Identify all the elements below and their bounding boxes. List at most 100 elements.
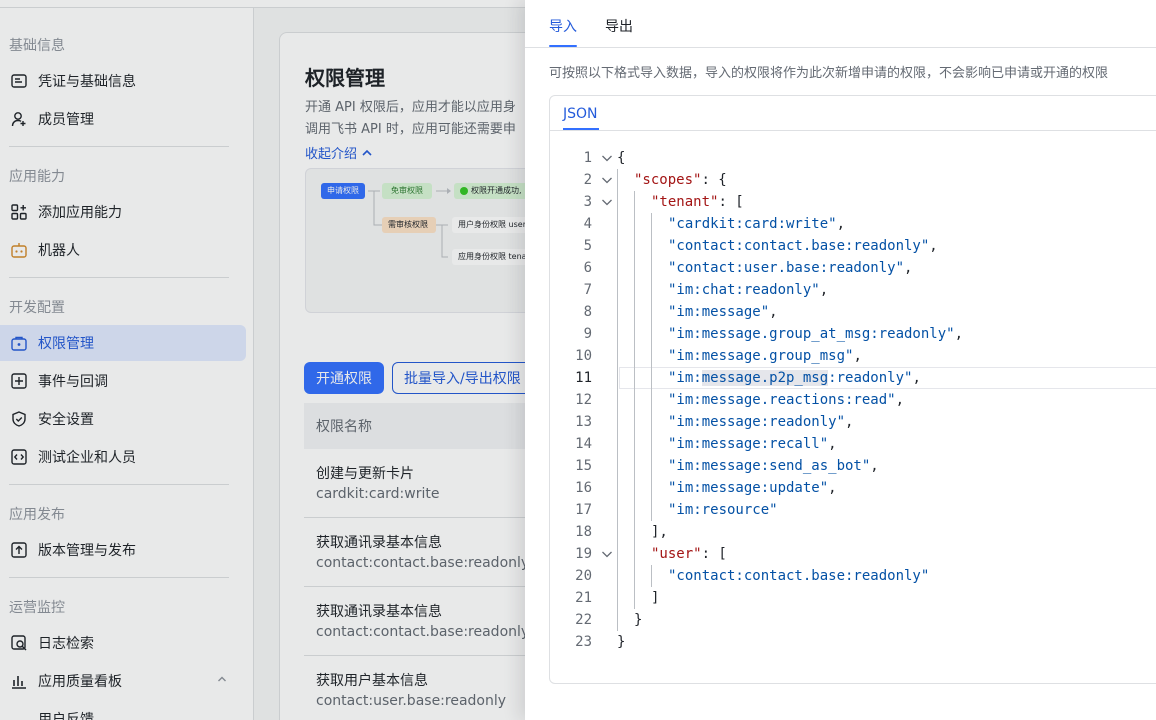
json-punctuation: , xyxy=(845,414,854,430)
line-number: 18 xyxy=(575,524,592,540)
code-line[interactable]: 1{ xyxy=(550,147,1156,169)
fold-chevron-icon[interactable] xyxy=(600,543,614,565)
code-line[interactable]: 6 "contact:user.base:readonly", xyxy=(550,257,1156,279)
code-line[interactable]: 7 "im:chat:readonly", xyxy=(550,279,1156,301)
indent-guide xyxy=(634,477,635,499)
indent-guide xyxy=(651,213,652,235)
code-line[interactable]: 20 "contact:contact.base:readonly" xyxy=(550,565,1156,587)
line-number: 21 xyxy=(575,590,592,606)
code-line[interactable]: 2 "scopes": { xyxy=(550,169,1156,191)
json-string: "im:message:recall" xyxy=(668,436,829,452)
fold-chevron-icon[interactable] xyxy=(600,147,614,169)
fold-chevron-icon[interactable] xyxy=(600,169,614,191)
json-string: "contact:user.base:readonly" xyxy=(668,260,905,276)
json-string: "contact:contact.base:readonly" xyxy=(668,568,930,584)
line-number: 23 xyxy=(575,634,592,650)
indent-guide xyxy=(634,499,635,521)
indent-guide xyxy=(617,235,618,257)
indent-guide xyxy=(651,235,652,257)
code-line[interactable]: 18], xyxy=(550,521,1156,543)
code-line[interactable]: 15 "im:message:send_as_bot", xyxy=(550,455,1156,477)
code-text: "contact:contact.base:readonly", xyxy=(668,235,938,257)
code-text: ], xyxy=(651,521,668,543)
code-line[interactable]: 21] xyxy=(550,587,1156,609)
indent-guide xyxy=(634,565,635,587)
code-line[interactable]: 16 "im:message:update", xyxy=(550,477,1156,499)
code-line[interactable]: 17 "im:resource" xyxy=(550,499,1156,521)
line-number: 19 xyxy=(575,546,592,562)
drawer-mask[interactable] xyxy=(0,0,525,720)
line-number: 15 xyxy=(575,458,592,474)
code-text: "im:message.p2p_msg:readonly", xyxy=(668,367,921,389)
indent-guide xyxy=(651,367,652,389)
json-string: "im:message.group_at_msg:readonly" xyxy=(668,326,955,342)
line-number: 6 xyxy=(583,260,592,276)
indent-guide xyxy=(617,587,618,609)
line-number: 9 xyxy=(583,326,592,342)
indent-guide xyxy=(634,257,635,279)
indent-guide xyxy=(617,191,618,213)
code-text: "im:message:update", xyxy=(668,477,837,499)
code-line[interactable]: 22} xyxy=(550,609,1156,631)
json-string: "im:message.reactions:read" xyxy=(668,392,896,408)
code-line[interactable]: 23} xyxy=(550,631,1156,653)
indent-guide xyxy=(651,433,652,455)
indent-guide xyxy=(617,345,618,367)
code-text: } xyxy=(634,609,642,631)
indent-guide xyxy=(634,301,635,323)
indent-guide xyxy=(617,521,618,543)
code-line[interactable]: 14 "im:message:recall", xyxy=(550,433,1156,455)
indent-guide xyxy=(634,367,635,389)
json-punctuation: , xyxy=(769,304,778,320)
line-number: 14 xyxy=(575,436,592,452)
code-line[interactable]: 8 "im:message", xyxy=(550,301,1156,323)
tab-json[interactable]: JSON xyxy=(563,106,598,122)
indent-guide xyxy=(617,609,618,631)
indent-guide xyxy=(617,367,618,389)
code-text: "im:message:recall", xyxy=(668,433,837,455)
line-number: 17 xyxy=(575,502,592,518)
json-string: "cardkit:card:write" xyxy=(668,216,837,232)
indent-guide xyxy=(617,323,618,345)
fold-chevron-icon[interactable] xyxy=(600,191,614,213)
line-number: 11 xyxy=(575,370,592,386)
line-number: 1 xyxy=(583,150,592,166)
import-export-drawer: 导入 导出 可按照以下格式导入数据，导入的权限将作为此次新增申请的权限，不会影响… xyxy=(525,0,1156,720)
code-text: "user": [ xyxy=(651,543,727,565)
indent-guide xyxy=(634,345,635,367)
indent-guide xyxy=(651,301,652,323)
indent-guide xyxy=(617,543,618,565)
code-line[interactable]: 19 "user": [ xyxy=(550,543,1156,565)
indent-guide xyxy=(651,345,652,367)
indent-guide xyxy=(634,411,635,433)
code-text: "cardkit:card:write", xyxy=(668,213,845,235)
json-punctuation: , xyxy=(954,326,964,342)
line-number: 7 xyxy=(583,282,592,298)
tab-import[interactable]: 导入 xyxy=(549,16,577,36)
code-line[interactable]: 4 "cardkit:card:write", xyxy=(550,213,1156,235)
json-punctuation: , xyxy=(828,480,837,496)
indent-guide xyxy=(651,477,652,499)
indent-guide xyxy=(651,279,652,301)
indent-guide xyxy=(634,521,635,543)
code-line[interactable]: 5 "contact:contact.base:readonly", xyxy=(550,235,1156,257)
json-key: "scopes" xyxy=(634,172,702,188)
indent-guide xyxy=(651,455,652,477)
code-line[interactable]: 9 "im:message.group_at_msg:readonly", xyxy=(550,323,1156,345)
code-line[interactable]: 12 "im:message.reactions:read", xyxy=(550,389,1156,411)
indent-guide xyxy=(617,169,618,191)
code-line[interactable]: 11 "im:message.p2p_msg:readonly", xyxy=(550,367,1156,389)
json-editor[interactable]: JSON 1{2 "scopes": {3 "tenant": [4 "cardkit… xyxy=(549,95,1156,684)
indent-guide xyxy=(617,257,618,279)
tab-export[interactable]: 导出 xyxy=(605,16,633,36)
json-punctuation: , xyxy=(819,282,829,298)
json-punctuation: , xyxy=(828,436,837,452)
code-line[interactable]: 10 "im:message.group_msg", xyxy=(550,345,1156,367)
line-number: 2 xyxy=(583,172,592,188)
code-line[interactable]: 3 "tenant": [ xyxy=(550,191,1156,213)
indent-guide xyxy=(634,279,635,301)
code-line[interactable]: 13 "im:message:readonly", xyxy=(550,411,1156,433)
line-number: 5 xyxy=(583,238,592,254)
line-number: 4 xyxy=(583,216,592,232)
code-area[interactable]: 1{2 "scopes": {3 "tenant": [4 "cardkit:card… xyxy=(550,147,1156,653)
